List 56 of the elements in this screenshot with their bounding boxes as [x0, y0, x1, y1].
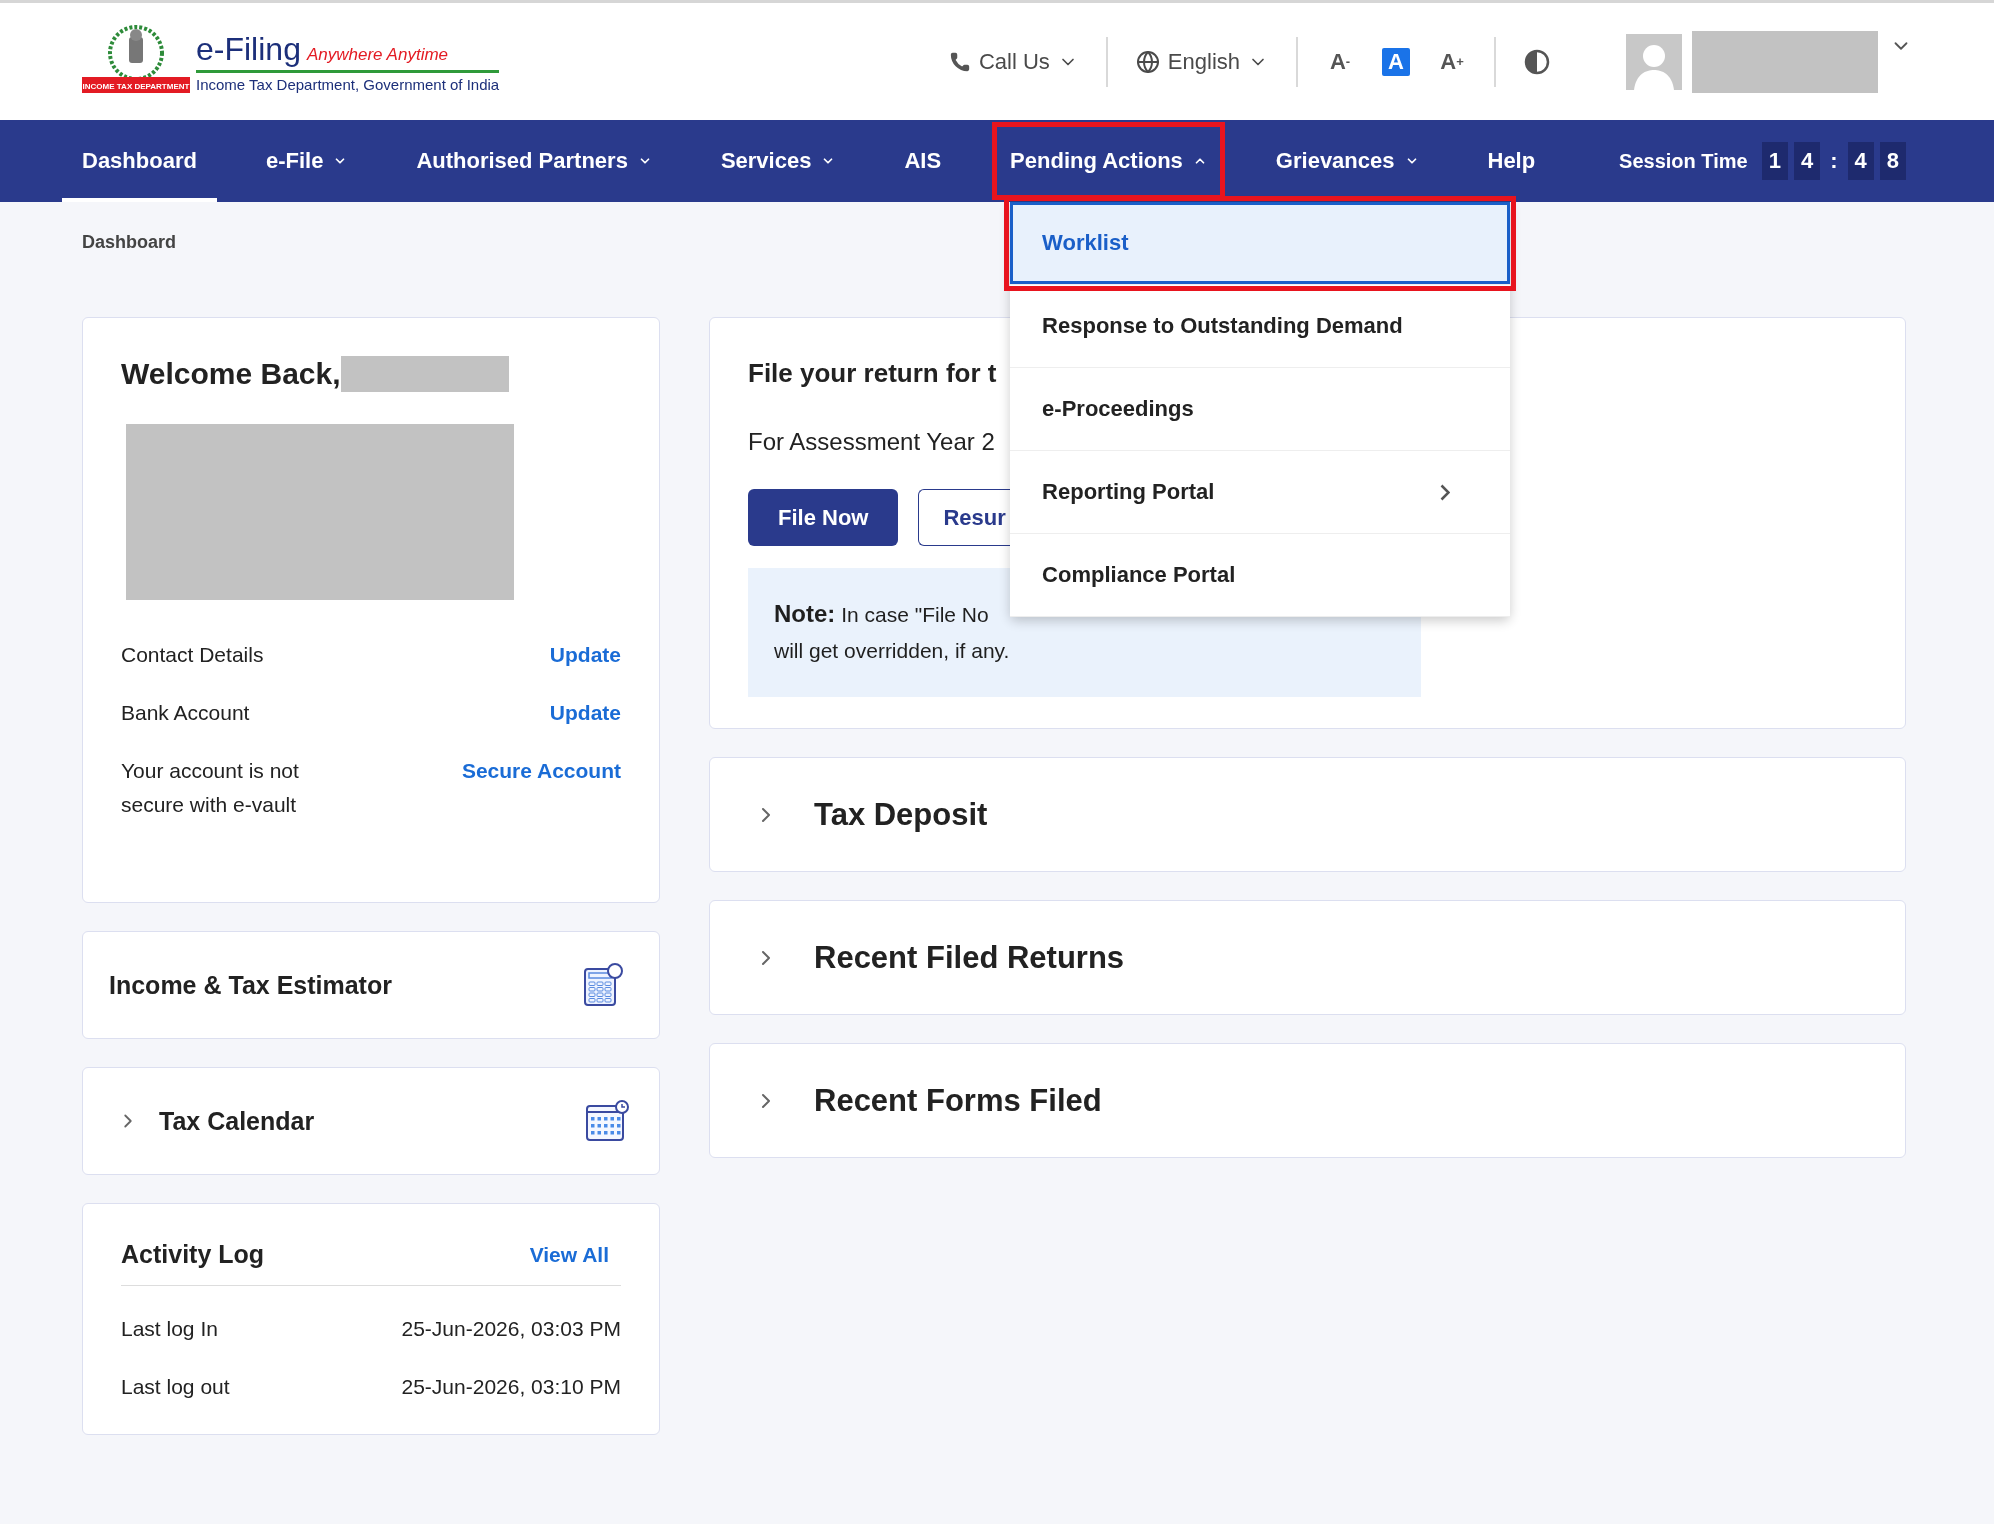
calendar-icon	[585, 1100, 629, 1142]
timer-digit: 4	[1793, 142, 1821, 180]
timer-digit: 4	[1847, 142, 1874, 180]
log-value: 25-Jun-2026, 03:03 PM	[401, 1316, 621, 1342]
globe-icon	[1135, 49, 1160, 74]
timer-digit: 1	[1761, 142, 1788, 180]
card-title: Income & Tax Estimator	[109, 970, 392, 1000]
language-selector[interactable]: English	[1107, 48, 1296, 75]
note-text: Note: In case "File No	[774, 599, 990, 629]
nav-tab[interactable]: Help	[1467, 120, 1556, 202]
menu-item[interactable]: Response to Outstanding Demand	[1010, 285, 1511, 368]
timer-digit: 8	[1879, 142, 1906, 180]
breadcrumb: Dashboard	[82, 232, 177, 253]
timer-separator: :	[1829, 148, 1839, 174]
note-text: will get overridden, if any.	[774, 638, 1011, 664]
font-size-button[interactable]: A	[1382, 47, 1410, 76]
nav-tab[interactable]: Grievances	[1255, 120, 1439, 202]
menu-item[interactable]: Compliance Portal	[1010, 534, 1511, 617]
resume-button[interactable]: Resur	[918, 489, 1010, 546]
session-time-label: Session Time	[1619, 149, 1748, 173]
detail-label: Contact Details	[121, 642, 264, 668]
nav-tab[interactable]: Services	[700, 120, 856, 202]
nav-tab[interactable]: Authorised Partners	[396, 120, 672, 202]
nav-tab[interactable]: Dashboard	[62, 120, 217, 202]
log-label: Last log out	[121, 1374, 230, 1400]
card-title: Tax Calendar	[159, 1106, 316, 1136]
contrast-icon[interactable]	[1524, 48, 1550, 75]
card-title: Activity Log	[121, 1240, 265, 1269]
avatar-icon	[1626, 33, 1682, 90]
detail-label: Bank Account	[121, 700, 250, 726]
card-title: File your return for t	[748, 358, 997, 388]
log-value: 25-Jun-2026, 03:10 PM	[401, 1374, 621, 1400]
phone-icon	[948, 50, 971, 73]
action-link[interactable]: Update	[549, 638, 621, 672]
site-title: e-Filing	[196, 30, 301, 68]
call-us-button[interactable]: Call Us	[920, 48, 1106, 75]
menu-item[interactable]: Reporting Portal	[1010, 451, 1511, 534]
calculator-icon	[583, 963, 623, 1007]
detail-label: Your account is not secure with e-vault	[121, 758, 300, 818]
section-header[interactable]: Recent Filed Returns	[709, 900, 1906, 1015]
site-subtitle: Income Tax Department, Government of India	[196, 75, 500, 93]
menu-item[interactable]: Worklist	[1010, 202, 1511, 285]
section-header[interactable]: Tax Deposit	[709, 757, 1906, 872]
log-label: Last log In	[121, 1316, 218, 1342]
action-link[interactable]: Update	[549, 696, 621, 730]
nav-tab[interactable]: AIS	[884, 120, 962, 202]
action-link[interactable]: Secure Account	[461, 754, 621, 788]
site-tagline: Anywhere Anytime	[306, 44, 449, 65]
section-header[interactable]: Recent Forms Filed	[709, 1043, 1906, 1158]
welcome-heading: Welcome Back,	[121, 357, 341, 391]
view-all-link[interactable]: View All	[529, 1242, 609, 1267]
file-now-button[interactable]: File Now	[748, 489, 899, 546]
nav-tab[interactable]: e-File	[245, 120, 368, 202]
menu-item[interactable]: e-Proceedings	[1010, 368, 1511, 451]
assessment-year-text: For Assessment Year 2	[748, 428, 995, 455]
nav-tab[interactable]: Pending Actions	[990, 120, 1227, 202]
